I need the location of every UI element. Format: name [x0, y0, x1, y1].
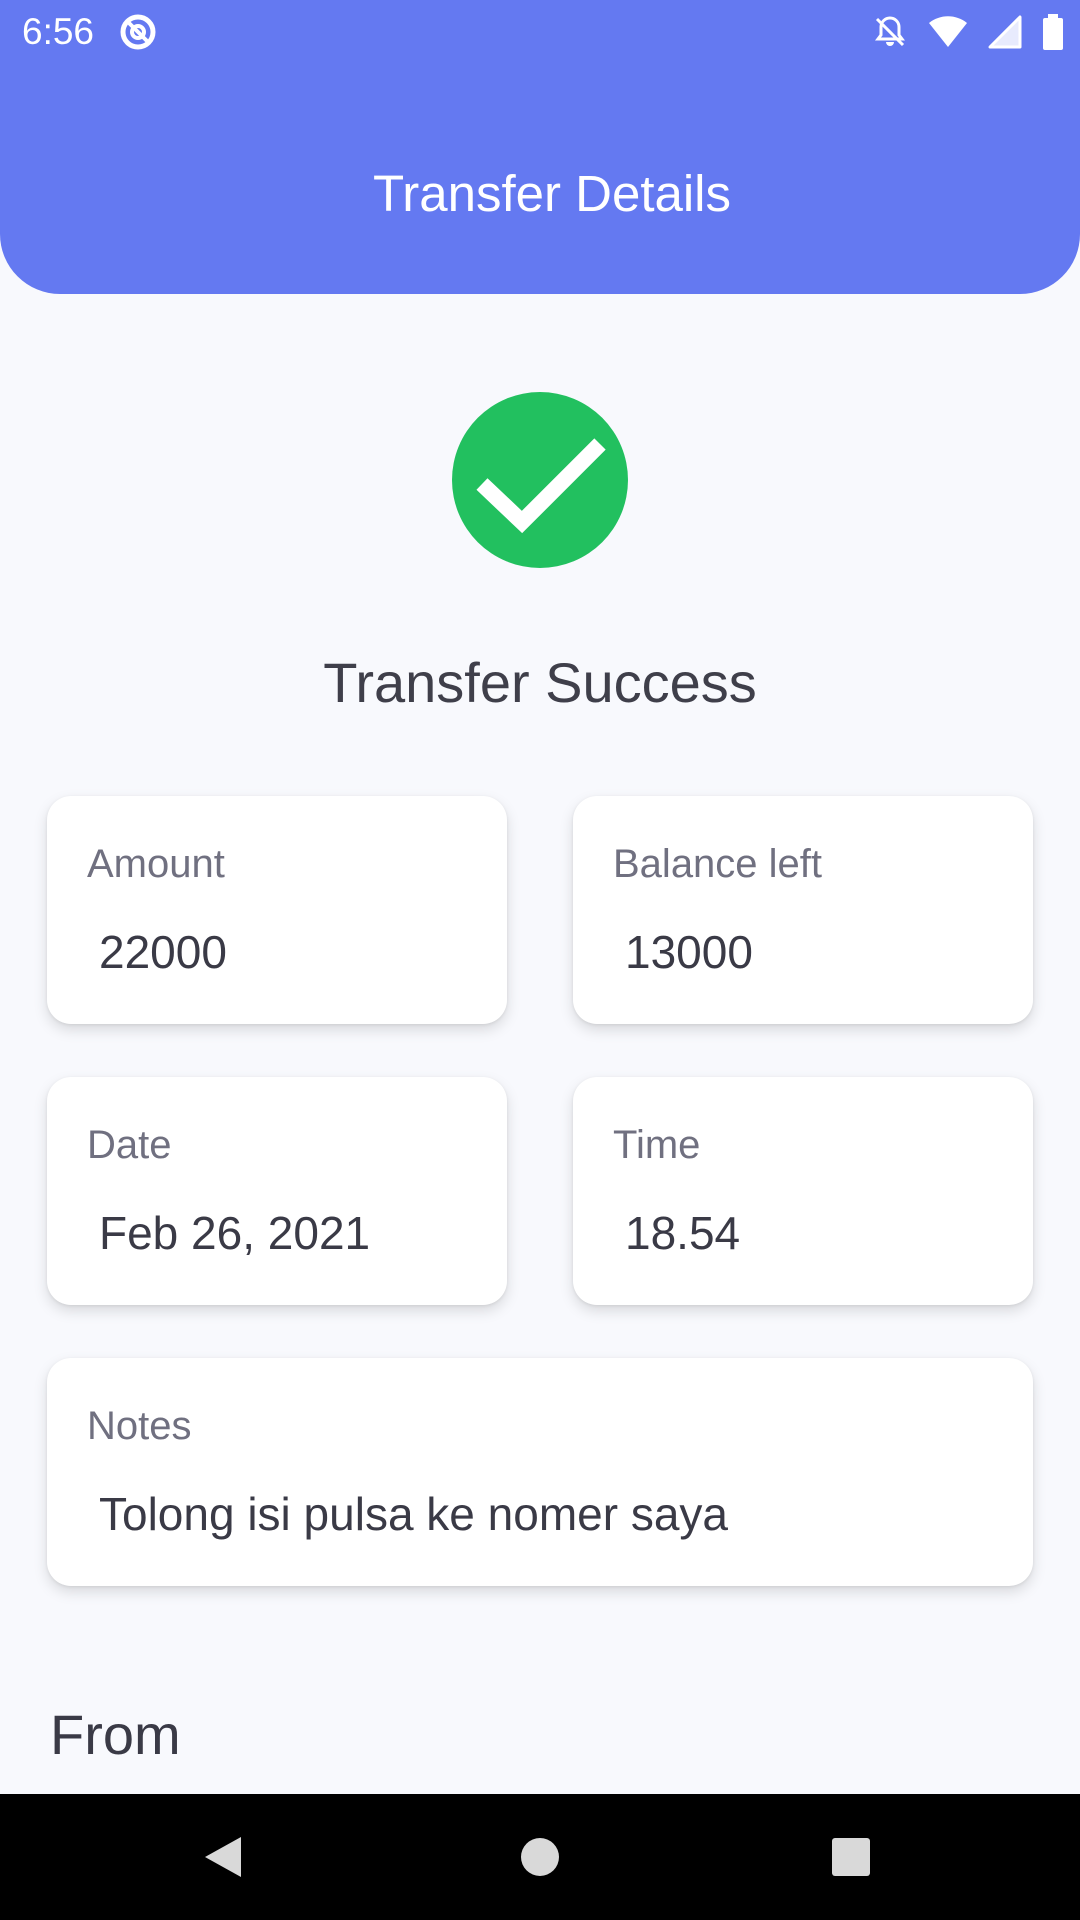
amount-label: Amount [87, 842, 225, 886]
signal-icon [988, 15, 1022, 49]
time-label: Time [613, 1123, 701, 1167]
battery-icon [1042, 14, 1064, 50]
wifi-icon [928, 15, 968, 49]
from-section-heading: From [50, 1703, 181, 1766]
notes-label: Notes [87, 1404, 192, 1448]
success-message: Transfer Success [323, 651, 757, 714]
recents-icon[interactable] [818, 1824, 884, 1890]
status-time: 6:56 [22, 11, 95, 52]
app-notification-icon [118, 12, 158, 52]
time-card: Time 18.54 [573, 1077, 1033, 1305]
notes-value: Tolong isi pulsa ke nomer saya [99, 1488, 728, 1540]
page-title: Transfer Details [372, 165, 732, 222]
check-circle-icon [452, 392, 628, 568]
status-icons [872, 12, 1064, 52]
home-icon[interactable] [507, 1824, 573, 1890]
amount-value: 22000 [99, 926, 227, 978]
balance-card: Balance left 13000 [573, 796, 1033, 1024]
notes-card: Notes Tolong isi pulsa ke nomer saya [47, 1358, 1033, 1586]
back-icon[interactable] [190, 1824, 256, 1890]
balance-value: 13000 [625, 926, 753, 978]
time-value: 18.54 [625, 1207, 741, 1259]
status-bar: 6:56 [0, 0, 1080, 64]
balance-label: Balance left [613, 842, 823, 886]
app-header: 6:56 Transfer Details [0, 0, 1080, 294]
date-card: Date Feb 26, 2021 [47, 1077, 507, 1305]
transfer-details-screen: 6:56 Transfer Details Transfer Success A… [0, 0, 1080, 1920]
date-value: Feb 26, 2021 [99, 1207, 371, 1259]
amount-card: Amount 22000 [47, 796, 507, 1024]
bell-off-icon [872, 14, 908, 50]
date-label: Date [87, 1123, 172, 1167]
system-nav-bar [0, 1794, 1080, 1920]
